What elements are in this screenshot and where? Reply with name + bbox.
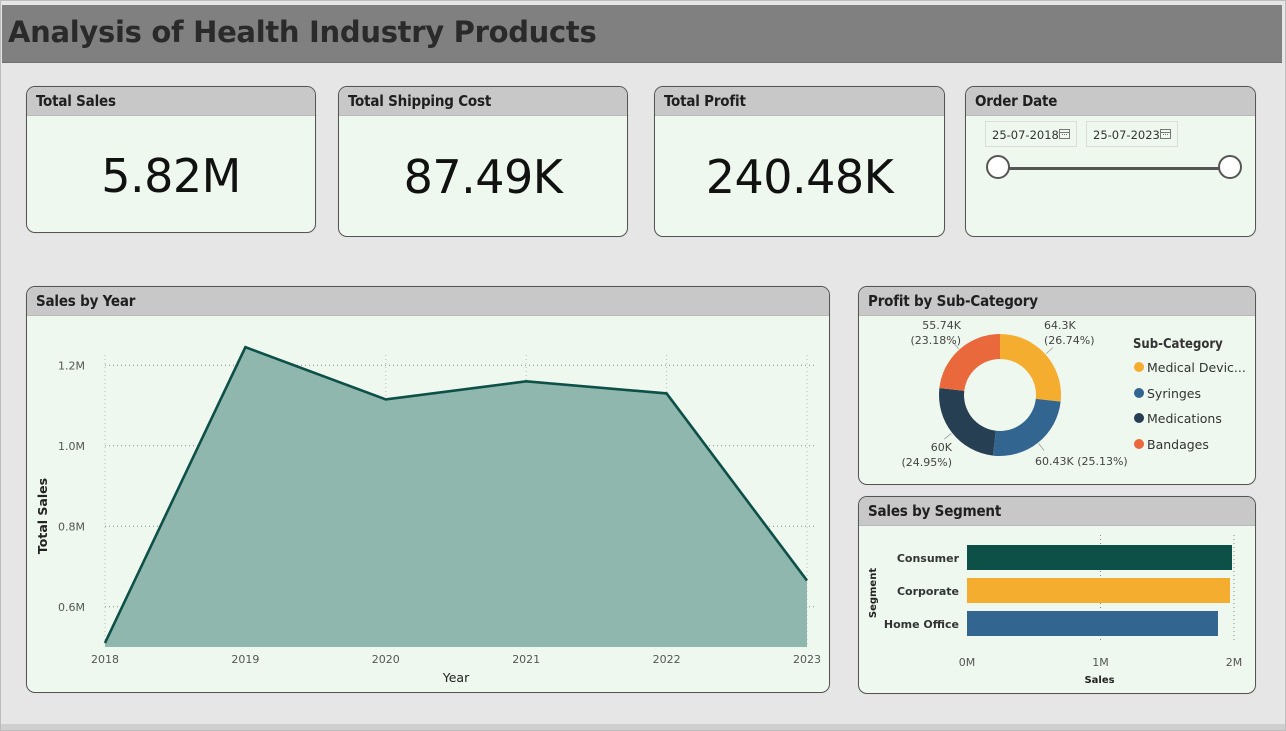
donut-data-label-pct: (26.74%) [1044,334,1095,347]
y-tick-label: 0.8M [58,520,85,533]
donut-data-label: 64.3K [1044,319,1076,332]
y-tick-label: Consumer [897,552,960,565]
kpi-label: Total Sales [27,87,315,116]
calendar-icon[interactable] [1059,129,1070,139]
end-date-value: 25-07-2023 [1093,128,1160,142]
chart-title: Profit by Sub-Category [859,287,1255,316]
legend-item-label[interactable]: Syringes [1147,386,1201,401]
kpi-value: 5.82M [101,149,241,203]
segment-bar [967,545,1232,570]
date-range-start-handle[interactable] [986,155,1010,179]
donut-data-label-pct: (23.18%) [910,334,961,347]
x-tick-label: 2021 [512,653,540,666]
sales-by-segment-chart: 0M 1M 2M Consumer Corporate Home Office Sales S… [868,535,1243,686]
x-tick-label: 2019 [231,653,259,666]
donut-leader-line [944,433,952,440]
kpi-card-total-shipping-cost[interactable]: Total Shipping Cost 87.49K [338,86,628,237]
x-axis-title: Year [442,670,470,685]
start-date-value: 25-07-2018 [992,128,1059,142]
end-date-input[interactable]: 25-07-2023 [1086,121,1178,147]
sales-by-year-chart: 0.6M 0.8M 1.0M 1.2M 2018 2019 2020 2021 2022 2023… [35,345,821,685]
y-tick-label: 1.2M [58,359,85,372]
kpi-value: 240.48K [705,150,894,204]
date-range-end-handle[interactable] [1218,155,1242,179]
kpi-value: 87.49K [403,150,563,204]
legend-item-label[interactable]: Medications [1147,411,1222,426]
profit-by-subcategory-chart: 64.3K (26.74%) 60.43K (25.13%) 60K (24.95%) 5… [901,319,1128,469]
sales-area-fill [105,347,807,647]
legend-item-label[interactable]: Bandages [1147,437,1209,452]
x-tick-label: 2023 [793,653,821,666]
y-axis-title: Total Sales [35,478,50,554]
kpi-label: Total Shipping Cost [339,87,627,116]
x-tick-label: 2022 [653,653,681,666]
x-tick-label: 0M [959,656,976,669]
kpi-card-total-sales[interactable]: Total Sales 5.82M [26,86,316,233]
donut-data-label-pct: (24.95%) [901,456,952,469]
bottom-strip [0,724,1286,731]
legend-title: Sub-Category [1133,337,1223,352]
kpi-card-total-profit[interactable]: Total Profit 240.48K [654,86,945,237]
segment-bar [967,611,1218,636]
date-range-track[interactable] [998,167,1230,170]
start-date-input[interactable]: 25-07-2018 [985,121,1077,147]
kpi-label: Total Profit [655,87,944,116]
y-tick-label: 0.6M [58,601,85,614]
dashboard-header: Analysis of Health Industry Products [2,5,1282,63]
donut-leader-line [1038,443,1045,451]
donut-data-label: 60.43K (25.13%) [1035,455,1128,468]
x-tick-label: 1M [1092,656,1109,669]
donut-slice [992,398,1061,456]
y-axis-title: Segment [868,568,879,618]
chart-title: Sales by Segment [859,497,1255,526]
x-tick-label: 2018 [91,653,119,666]
x-tick-label: 2M [1226,656,1243,669]
y-tick-label: Corporate [897,585,959,598]
legend-marker [1134,438,1144,449]
donut-leader-line [1045,347,1054,354]
x-axis-title: Sales [1084,675,1114,686]
slicer-label: Order Date [966,87,1255,116]
calendar-icon[interactable] [1160,129,1171,139]
legend-marker [1134,362,1144,372]
legend-item-label[interactable]: Medical Devic... [1147,360,1246,375]
legend-marker [1134,387,1144,398]
donut-data-label: 60K [931,441,953,454]
chart-title: Sales by Year [27,287,829,316]
x-tick-label: 2020 [372,653,400,666]
legend-marker [1134,413,1144,423]
donut-data-label: 55.74K [922,319,961,332]
y-tick-label: 1.0M [58,440,85,453]
segment-bar [967,578,1230,603]
page-title: Analysis of Health Industry Products [8,15,597,49]
y-tick-label: Home Office [884,618,959,631]
